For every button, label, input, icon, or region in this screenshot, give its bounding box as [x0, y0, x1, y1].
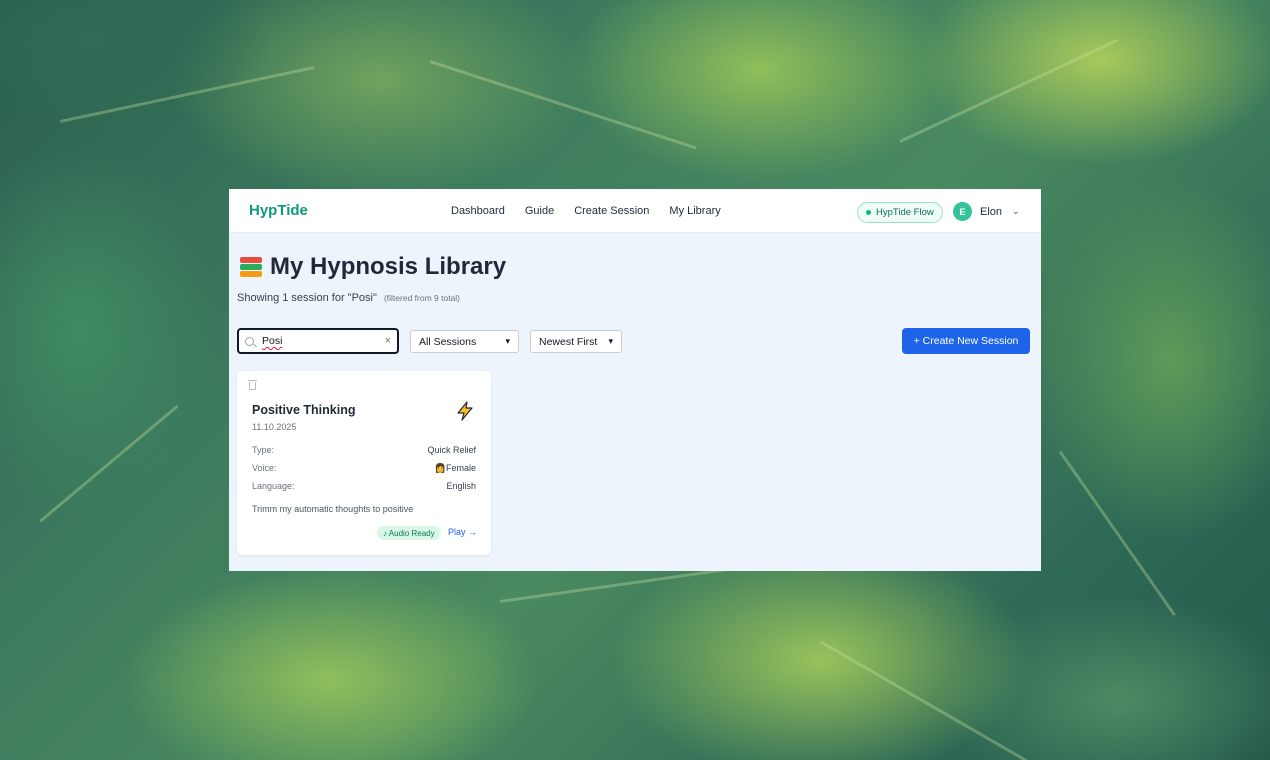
session-description: Trimm my automatic thoughts to positive [252, 504, 414, 514]
leaf-vein [899, 38, 1119, 143]
leaf-vein [819, 640, 1046, 760]
books-icon [239, 255, 263, 279]
meta-value: 👩Female [434, 463, 476, 473]
main-nav: Dashboard Guide Create Session My Librar… [451, 189, 721, 233]
nav-my-library[interactable]: My Library [669, 205, 720, 217]
user-name: Elon [980, 205, 1003, 218]
flow-pill-label: HypTide Flow [876, 207, 934, 218]
session-card[interactable]: Positive Thinking 11.10.2025 Type: Quick… [237, 371, 491, 555]
chevron-down-icon: ▾ [505, 336, 510, 346]
nav-create-session[interactable]: Create Session [574, 205, 649, 217]
meta-row-language: Language: English [252, 481, 476, 491]
results-filter-note: (filtered from 9 total) [383, 293, 461, 303]
meta-label: Type: [252, 445, 275, 455]
sort-value: Newest First [539, 335, 598, 348]
brand-logo[interactable]: HypTide [249, 202, 308, 219]
create-new-session-button[interactable]: + Create New Session [902, 328, 1030, 354]
session-date: 11.10.2025 [252, 422, 297, 432]
meta-value: English [446, 481, 476, 491]
close-icon[interactable]: × [385, 335, 391, 347]
results-summary: Showing 1 session for "Posi" (filtered f… [237, 292, 460, 304]
meta-row-voice: Voice: 👩Female [252, 463, 476, 474]
search-icon [245, 336, 254, 346]
avatar: E [953, 202, 972, 221]
search-value[interactable]: Posi [262, 335, 385, 347]
meta-label: Language: [252, 481, 295, 491]
sort-select[interactable]: Newest First ▾ [530, 330, 622, 353]
status-badge: ♪ Audio Ready [377, 526, 441, 540]
leaf-vein [59, 65, 315, 123]
page-title: My Hypnosis Library [270, 253, 507, 280]
status-dot-icon [866, 210, 871, 215]
app-window: HypTide Dashboard Guide Create Session M… [229, 189, 1041, 571]
chevron-down-icon: ⌄ [1012, 206, 1020, 216]
leaf-vein [39, 404, 179, 523]
trash-icon[interactable] [248, 380, 257, 390]
leaf-vein [429, 60, 697, 150]
meta-label: Voice: [252, 463, 277, 473]
search-input[interactable]: Posi × [237, 328, 399, 354]
user-menu[interactable]: E Elon ⌄ [953, 202, 1020, 221]
meta-row-type: Type: Quick Relief [252, 445, 476, 455]
meta-value: Quick Relief [427, 445, 476, 455]
top-navbar: HypTide Dashboard Guide Create Session M… [229, 189, 1041, 233]
lightning-icon [457, 401, 473, 421]
session-title: Positive Thinking [252, 403, 356, 417]
session-filter-select[interactable]: All Sessions ▾ [410, 330, 519, 353]
page-header: My Hypnosis Library [239, 253, 506, 281]
hyptide-flow-button[interactable]: HypTide Flow [857, 202, 943, 223]
chevron-down-icon: ▾ [608, 336, 613, 346]
nav-guide[interactable]: Guide [525, 205, 554, 217]
leaf-vein [1058, 450, 1176, 617]
play-link[interactable]: Play → [448, 527, 477, 537]
results-count: Showing 1 session for "Posi" [237, 292, 377, 304]
session-filter-value: All Sessions [419, 335, 477, 348]
nav-dashboard[interactable]: Dashboard [451, 205, 505, 217]
